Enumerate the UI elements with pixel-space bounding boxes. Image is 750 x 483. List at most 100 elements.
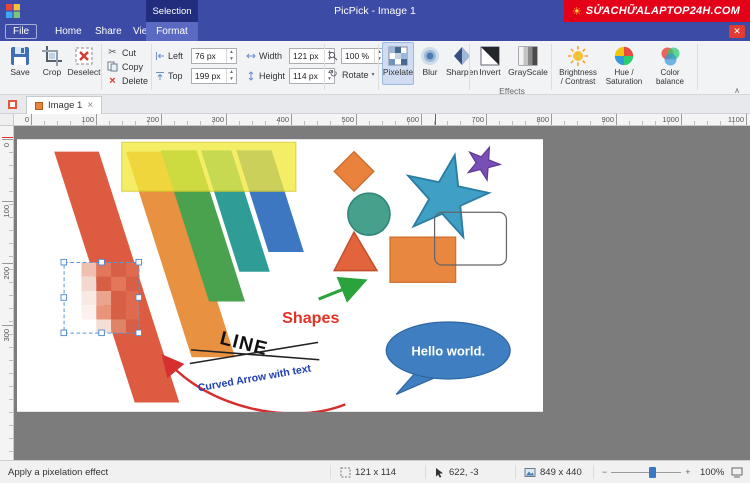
delete-label: Delete bbox=[122, 76, 148, 86]
blur-button[interactable]: Blur bbox=[414, 42, 446, 85]
tab-format[interactable]: Format bbox=[146, 22, 198, 41]
fit-window-icon bbox=[731, 467, 743, 478]
color-balance-button[interactable]: Color balance bbox=[647, 42, 693, 87]
field-width: Width 121 px▴▾ bbox=[246, 48, 335, 64]
tab-close-icon[interactable]: × bbox=[87, 100, 93, 111]
ribbon-group-main: Save Crop Deselect bbox=[4, 42, 100, 88]
fit-window-button[interactable] bbox=[731, 461, 743, 483]
top-input[interactable]: 199 px▴▾ bbox=[191, 68, 237, 84]
ribbon: Save Crop Deselect ✂ Cut Copy × Delete bbox=[0, 41, 750, 95]
menu-home[interactable]: Home bbox=[48, 24, 89, 39]
crop-button[interactable]: Crop bbox=[36, 42, 68, 85]
brightness-icon bbox=[567, 45, 589, 67]
sun-icon: ☀ bbox=[572, 5, 582, 18]
canvas-workspace[interactable]: 0100200300 bbox=[0, 126, 750, 460]
blur-icon bbox=[419, 45, 441, 67]
bubble-text: Hello world. bbox=[411, 343, 485, 358]
picpick-window: Selection PicPick - Image 1 ☀ SỬACHỮALAP… bbox=[0, 0, 750, 483]
pixelate-label: Pixelate bbox=[383, 68, 413, 78]
field-zoom: 100 %▴▾ bbox=[328, 42, 385, 64]
zoom-out-icon[interactable]: − bbox=[602, 467, 607, 477]
deselect-label: Deselect bbox=[67, 68, 100, 78]
status-zoom-percent[interactable]: 100% bbox=[700, 461, 724, 483]
zoom-slider-thumb[interactable] bbox=[649, 467, 656, 478]
save-button[interactable]: Save bbox=[4, 42, 36, 85]
picpick-logo-icon bbox=[6, 4, 20, 18]
deselect-button[interactable]: Deselect bbox=[68, 42, 100, 85]
top-spinner[interactable]: ▴▾ bbox=[226, 69, 236, 83]
pixelate-icon bbox=[387, 45, 409, 67]
rotate-icon: ↻ bbox=[328, 69, 339, 80]
color-balance-label: Color balance bbox=[649, 68, 691, 86]
blur-label: Blur bbox=[422, 68, 437, 78]
delete-icon: × bbox=[107, 75, 118, 87]
cut-button[interactable]: ✂ Cut bbox=[104, 46, 151, 59]
menu-bar: File Home Share View Format ✕ bbox=[0, 22, 750, 41]
left-icon bbox=[155, 51, 165, 61]
invert-icon bbox=[479, 45, 501, 67]
watermark-text: SỬACHỮALAPTOP24H.COM bbox=[586, 5, 740, 17]
close-button[interactable]: ✕ bbox=[729, 25, 745, 38]
status-cursor-position: 622, -3 bbox=[434, 461, 479, 483]
zoom-icon bbox=[328, 51, 338, 61]
cut-label: Cut bbox=[122, 48, 136, 58]
height-label: Height bbox=[259, 71, 286, 81]
status-image-size: 849 x 440 bbox=[524, 461, 582, 483]
grayscale-button[interactable]: GrayScale bbox=[507, 42, 549, 85]
status-hint: Apply a pixelation effect bbox=[8, 461, 108, 483]
status-zoom-controls: − + bbox=[602, 461, 691, 483]
document-tab-bar: Image 1 × bbox=[0, 95, 750, 114]
shapes-text[interactable]: Shapes bbox=[282, 309, 339, 327]
yellow-rectangle-shape[interactable] bbox=[122, 142, 296, 191]
hue-label: Hue / Saturation bbox=[603, 68, 645, 86]
left-label: Left bbox=[168, 51, 188, 61]
width-icon bbox=[246, 51, 256, 61]
selection-size-icon bbox=[340, 467, 351, 478]
ribbon-group-color: Brightness / Contrast Hue / Saturation C… bbox=[555, 42, 693, 88]
canvas-image[interactable]: Shapes LINE Curved Arrow with text Hello… bbox=[17, 139, 543, 412]
ribbon-collapse-icon[interactable]: ∧ bbox=[734, 86, 740, 95]
menu-file[interactable]: File bbox=[5, 24, 37, 39]
image-tab-icon bbox=[35, 102, 43, 110]
brightness-button[interactable]: Brightness / Contrast bbox=[555, 42, 601, 87]
status-selection-size: 121 x 114 bbox=[340, 461, 396, 483]
v-ruler[interactable]: 0100200300 bbox=[0, 126, 14, 460]
new-page-icon[interactable] bbox=[7, 99, 18, 110]
cut-icon: ✂ bbox=[107, 47, 118, 58]
tab-image-1[interactable]: Image 1 × bbox=[26, 96, 102, 114]
context-tab-selection[interactable]: Selection bbox=[146, 0, 198, 22]
rotate-button[interactable]: ↻ Rotate ▾ bbox=[328, 64, 375, 80]
ribbon-group-position: Left 76 px▴▾ Width 121 px▴▾ Top 199 px▴▾… bbox=[155, 42, 335, 88]
copy-button[interactable]: Copy bbox=[104, 60, 151, 73]
crop-label: Crop bbox=[43, 68, 61, 78]
field-top: Top 199 px▴▾ bbox=[155, 68, 237, 84]
title-bar: Selection PicPick - Image 1 ☀ SỬACHỮALAP… bbox=[0, 0, 750, 22]
invert-button[interactable]: Invert bbox=[473, 42, 507, 85]
ribbon-group-clipboard: ✂ Cut Copy × Delete bbox=[104, 42, 151, 88]
zoom-in-icon[interactable]: + bbox=[685, 467, 690, 477]
rotate-label: Rotate bbox=[342, 70, 369, 80]
copy-label: Copy bbox=[122, 62, 143, 72]
left-spinner[interactable]: ▴▾ bbox=[226, 49, 236, 63]
left-input[interactable]: 76 px▴▾ bbox=[191, 48, 237, 64]
pixelate-button[interactable]: Pixelate bbox=[382, 42, 414, 85]
crop-icon bbox=[41, 45, 63, 67]
image-icon bbox=[524, 467, 536, 478]
h-ruler[interactable]: 010020030040050060070080090010001100 bbox=[0, 114, 750, 126]
zoom-slider[interactable] bbox=[611, 465, 681, 479]
watermark-banner: ☀ SỬACHỮALAPTOP24H.COM bbox=[564, 0, 750, 22]
menu-share[interactable]: Share bbox=[88, 24, 129, 39]
ribbon-group-filters: Pixelate Blur Sharpen bbox=[382, 42, 478, 88]
hue-button[interactable]: Hue / Saturation bbox=[601, 42, 647, 87]
field-left: Left 76 px▴▾ bbox=[155, 48, 237, 64]
deselect-icon bbox=[73, 45, 95, 67]
delete-button[interactable]: × Delete bbox=[104, 74, 151, 87]
save-icon bbox=[9, 45, 31, 67]
ruler-corner bbox=[0, 114, 14, 126]
invert-label: Invert bbox=[479, 68, 500, 78]
color-balance-icon bbox=[659, 45, 681, 67]
circle-shape[interactable] bbox=[348, 193, 390, 235]
hue-icon bbox=[613, 45, 635, 67]
grayscale-icon bbox=[517, 45, 539, 67]
orange-rectangle-shape[interactable] bbox=[390, 237, 456, 282]
